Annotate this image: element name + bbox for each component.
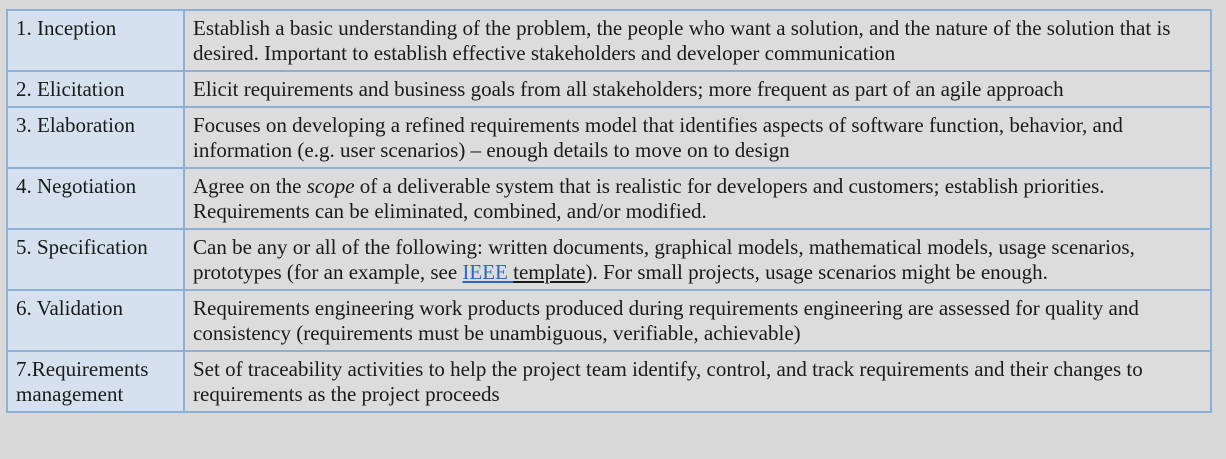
table-row: 2. Elicitation Elicit requirements and b… xyxy=(6,70,1212,108)
requirements-phases-table: 1. Inception Establish a basic understan… xyxy=(6,9,1212,413)
phase-cell-elaboration: 3. Elaboration xyxy=(6,106,185,169)
description-cell-specification: Can be any or all of the following: writ… xyxy=(183,228,1212,291)
description-text: ). For small projects, usage scenarios m… xyxy=(585,260,1048,284)
table-row: 1. Inception Establish a basic understan… xyxy=(6,9,1212,72)
table-row: 5. Specification Can be any or all of th… xyxy=(6,228,1212,291)
description-cell-requirements-management: Set of traceability activities to help t… xyxy=(183,350,1212,413)
table-row: 6. Validation Requirements engineering w… xyxy=(6,289,1212,352)
phase-cell-negotiation: 4. Negotiation xyxy=(6,167,185,230)
table-row: 3. Elaboration Focuses on developing a r… xyxy=(6,106,1212,169)
phase-cell-elicitation: 2. Elicitation xyxy=(6,70,185,108)
description-cell-elicitation: Elicit requirements and business goals f… xyxy=(183,70,1212,108)
description-cell-validation: Requirements engineering work products p… xyxy=(183,289,1212,352)
template-link[interactable]: template xyxy=(513,260,585,284)
table-row: 7.Requirements management Set of traceab… xyxy=(6,350,1212,413)
phase-cell-validation: 6. Validation xyxy=(6,289,185,352)
ieee-link[interactable]: IEEE xyxy=(462,260,513,284)
description-cell-elaboration: Focuses on developing a refined requirem… xyxy=(183,106,1212,169)
phase-cell-inception: 1. Inception xyxy=(6,9,185,72)
phase-cell-requirements-management: 7.Requirements management xyxy=(6,350,185,413)
description-cell-negotiation: Agree on the scope of a deliverable syst… xyxy=(183,167,1212,230)
description-cell-inception: Establish a basic understanding of the p… xyxy=(183,9,1212,72)
scope-emphasis: scope xyxy=(306,174,355,198)
phase-cell-specification: 5. Specification xyxy=(6,228,185,291)
description-text: Agree on the xyxy=(193,174,307,198)
table-row: 4. Negotiation Agree on the scope of a d… xyxy=(6,167,1212,230)
